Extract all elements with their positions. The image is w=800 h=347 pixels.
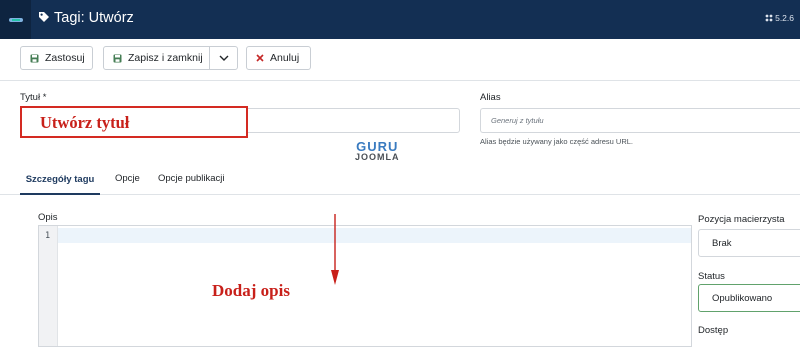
alias-label: Alias [480,92,501,103]
save-icon [113,54,122,62]
chevron-down-icon [219,55,228,61]
close-icon [256,54,264,62]
status-select-value: Opublikowano [712,293,773,304]
version-info: 5.2.6 [765,13,794,23]
save-and-close-label: Zapisz i zamknij [128,52,203,64]
status-label: Status [698,271,725,282]
guru-joomla-watermark: GURU JOOMLA [355,140,400,162]
cancel-button[interactable]: Anuluj [246,46,311,70]
tab-publishing-options[interactable]: Opcje publikacji [158,173,225,192]
line-number-gutter: 1 [39,226,58,346]
menu-toggle-button[interactable] [0,0,31,39]
watermark-line-2: JOOMLA [355,152,400,162]
description-editor[interactable]: 1 [38,225,692,347]
save-icon [30,54,39,62]
tag-icon [39,12,49,22]
tab-bar: Szczegóły tagu Opcje Opcje publikacji [0,166,800,195]
tab-tag-details[interactable]: Szczegóły tagu [20,174,100,195]
apply-label: Zastosuj [45,52,85,64]
line-number: 1 [45,231,51,241]
description-annotation-text: Dodaj opis [212,281,290,300]
alias-hint: Alias będzie używany jako część adresu U… [480,137,633,146]
parent-select-value: Brak [712,238,732,249]
alias-input[interactable]: Generuj z tytułu [480,108,800,133]
page-title: Tagi: Utwórz [54,10,134,26]
alias-placeholder: Generuj z tytułu [491,116,544,125]
apply-button[interactable]: Zastosuj [20,46,93,70]
tab-options[interactable]: Opcje [115,173,140,192]
down-arrow-annotation [331,214,339,285]
title-annotation-text: Utwórz tytuł [40,113,130,132]
joomla-small-icon [765,14,773,22]
title-label: Tytuł * [20,92,47,103]
active-line-highlight [58,228,691,243]
version-number: 5.2.6 [775,13,794,23]
status-select[interactable]: Opublikowano [698,284,800,312]
save-and-close-button[interactable]: Zapisz i zamknij [103,46,210,70]
toolbar: Zastosuj Zapisz i zamknij Anuluj [0,39,800,81]
description-label: Opis [38,212,58,223]
title-annotation-box: Utwórz tytuł [20,106,248,138]
save-options-dropdown-button[interactable] [209,46,238,70]
header-bar: Tagi: Utwórz 5.2.6 [0,0,800,39]
cancel-label: Anuluj [270,52,300,64]
parent-select[interactable]: Brak [698,229,800,257]
parent-label: Pozycja macierzysta [698,214,785,225]
access-label: Dostęp [698,325,729,336]
joomla-logo-icon [8,17,23,22]
